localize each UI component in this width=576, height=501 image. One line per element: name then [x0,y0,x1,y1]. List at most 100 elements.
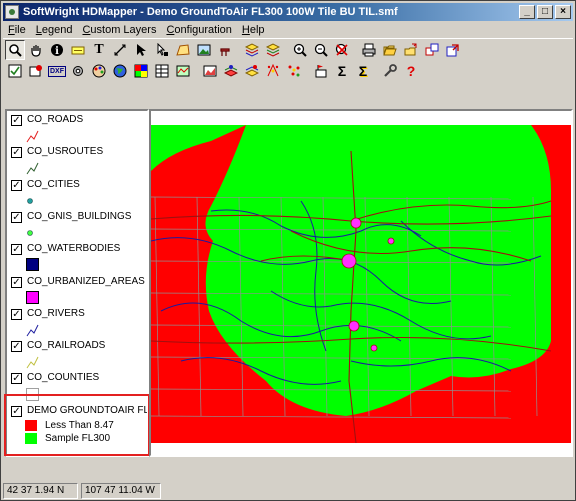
region-tool-button[interactable] [173,40,193,60]
sites-button[interactable] [263,61,283,81]
sum-button[interactable]: Σ [332,61,352,81]
layers-edit-tool-button[interactable] [263,40,283,60]
region-icon [176,43,190,56]
urbanized-area [341,253,357,269]
save-button[interactable] [401,40,421,60]
zoom-cancel-icon [335,43,348,56]
menu-custom-layers[interactable]: Custom Layers [77,24,161,36]
check-edit-icon [8,64,22,78]
coverage-edit-button[interactable] [242,61,262,81]
settings-button[interactable] [68,61,88,81]
info-tool-button[interactable]: i [47,40,67,60]
layer-name: CO_GNIS_BUILDINGS [27,210,132,222]
image-icon [197,44,211,55]
color-palette-button[interactable] [89,61,109,81]
layer-visibility-checkbox[interactable]: ✓ [11,244,22,256]
zoom-clear-button[interactable] [332,40,352,60]
layer-visibility-checkbox[interactable]: ✓ [11,147,22,159]
gear-icon [73,66,83,76]
grid-button[interactable] [131,61,151,81]
photo-tool-button[interactable] [194,40,214,60]
coverage-button[interactable] [221,61,241,81]
title-bar[interactable]: SoftWright HDMapper - Demo GroundToAir F… [3,3,573,21]
svg-text:i: i [55,46,59,57]
dxf-import-button[interactable]: DXF [47,61,67,81]
text-icon: T [94,41,104,57]
map-view-button[interactable] [173,61,193,81]
layer-visibility-checkbox[interactable]: ✓ [11,115,22,126]
save-icon [404,43,417,55]
legend-layer-co-rivers[interactable]: ✓ CO_RIVERS [9,307,147,339]
toolbar-secondary: DXF Σ Σ ? [3,60,573,82]
zoom-out-icon [314,43,328,57]
dxf-icon: DXF [48,65,66,77]
layer-name: CO_WATERBODIES [27,243,121,255]
layer-visibility-checkbox[interactable]: ✓ [11,276,22,288]
help-button[interactable]: ? [401,61,421,81]
help-icon: ? [406,63,416,79]
legend-layer-co-usroutes[interactable]: ✓ CO_USROUTES [9,145,147,177]
zoom-out-button[interactable] [311,40,331,60]
flag-button[interactable] [311,61,331,81]
layers-edit-icon [266,42,280,57]
urbanized-area [348,320,360,332]
globe-icon [113,64,127,78]
open-button[interactable] [380,40,400,60]
longitude-readout: 107 47 11.04 W [81,482,161,499]
menu-legend[interactable]: Legend [31,24,78,36]
layer-symbol-dot [26,195,39,208]
layer-name: CO_RAILROADS [27,340,106,352]
legend-layer-co-cities[interactable]: ✓ CO_CITIES [9,178,147,210]
label-icon [71,46,85,54]
edit-node-tool-button[interactable] [152,40,172,60]
tools-button[interactable] [380,61,400,81]
layer-symbol-square [26,290,39,304]
legend-layer-co-railroads[interactable]: ✓ CO_RAILROADS [9,339,147,371]
legend-layer-co-waterbodies[interactable]: ✓ CO_WATERBODIES [9,242,147,274]
menu-file[interactable]: File [3,24,31,36]
coverage-area [205,125,551,416]
menu-configuration[interactable]: Configuration [161,24,236,36]
table-button[interactable] [152,61,172,81]
urbanized-area [370,344,378,352]
edit-check-button[interactable] [5,61,25,81]
layer-visibility-checkbox[interactable]: ✓ [11,211,22,223]
pan-tool-button[interactable] [26,40,46,60]
menu-help[interactable]: Help [237,24,270,36]
legend-layer-co-urbanized-areas[interactable]: ✓ CO_URBANIZED_AREAS [9,275,147,307]
export-button[interactable] [443,40,463,60]
layer-visibility-checkbox[interactable]: ✓ [11,179,22,191]
close-button[interactable]: × [555,5,571,19]
points-icon [288,65,300,77]
globe-button[interactable] [110,61,130,81]
coverage-map[interactable] [151,111,571,455]
map-canvas[interactable] [149,109,573,457]
legend-layer-co-gnis-buildings[interactable]: ✓ CO_GNIS_BUILDINGS [9,210,147,242]
zoom-tool-button[interactable] [5,39,25,60]
layer-symbol-line [26,356,39,369]
layer-visibility-checkbox[interactable]: ✓ [11,373,22,385]
folder-open-icon [383,45,397,55]
points-button[interactable] [284,61,304,81]
layer-visibility-checkbox[interactable]: ✓ [11,341,22,353]
layer-name: CO_CITIES [27,178,80,190]
profile-button[interactable] [200,61,220,81]
layers-icon [245,42,259,57]
zoom-in-button[interactable] [290,40,310,60]
layers-tool-button[interactable] [242,40,262,60]
maximize-button[interactable]: □ [537,5,553,19]
label-tool-button[interactable] [68,40,88,60]
legend-layer-co-roads[interactable]: ✓ CO_ROADS [9,113,147,145]
layer-visibility-checkbox[interactable]: ✓ [11,308,22,320]
latitude-readout: 42 37 1.94 N [3,482,78,499]
select-tool-button[interactable] [131,40,151,60]
delete-layer-button[interactable] [26,61,46,81]
sum-edit-button[interactable]: Σ [353,61,373,81]
print-button[interactable] [359,40,379,60]
measure-tool-button[interactable] [110,40,130,60]
text-tool-button[interactable]: T [89,40,109,60]
tile-button[interactable] [422,40,442,60]
key-tool-button[interactable] [215,40,235,60]
minimize-button[interactable]: _ [519,5,535,19]
measure-icon [114,44,126,55]
